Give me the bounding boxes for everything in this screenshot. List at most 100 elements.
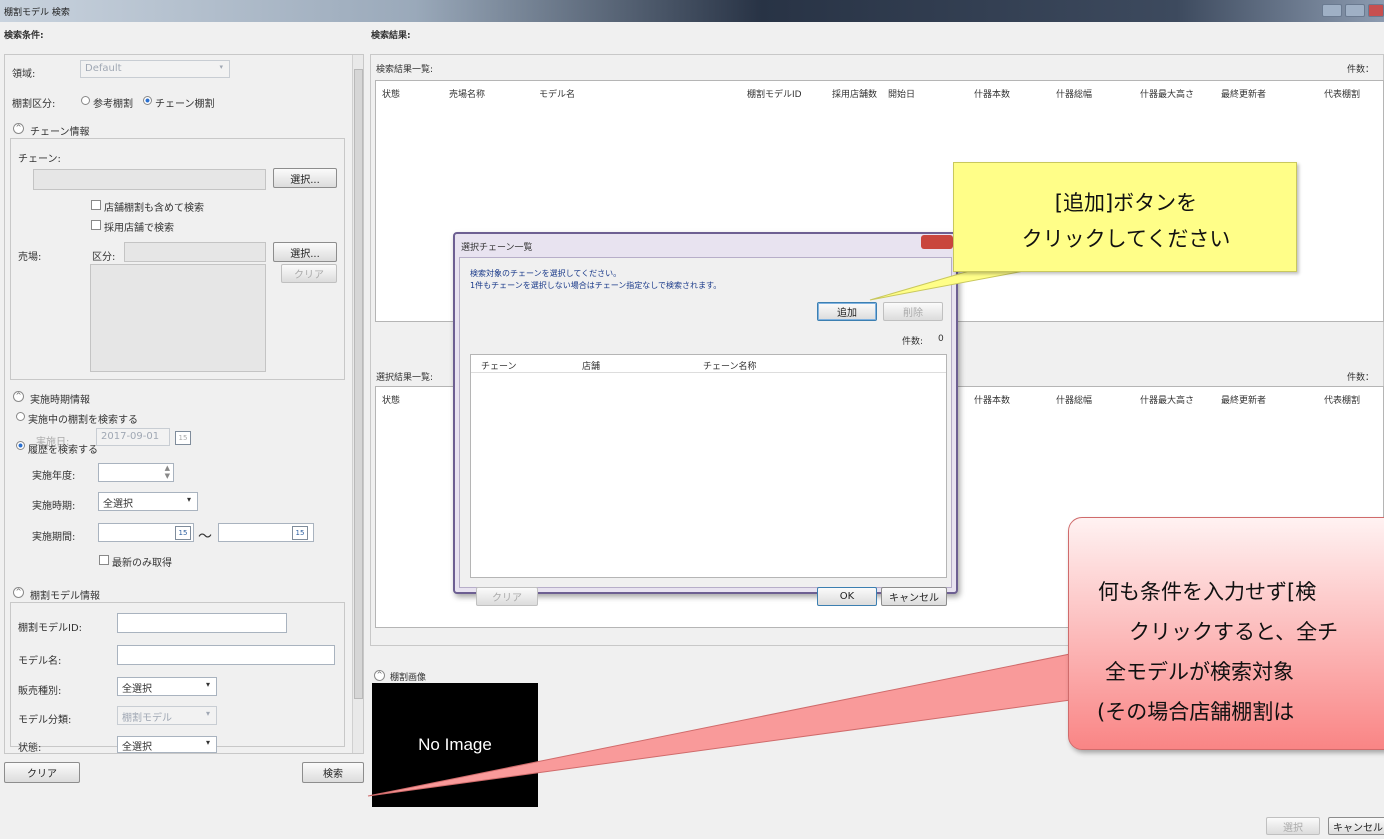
col-header-representative[interactable]: 代表棚割: [1324, 87, 1360, 100]
col-header-floor-name[interactable]: 売場名称: [449, 87, 485, 100]
collapse-chevron-icon[interactable]: ^: [13, 123, 24, 134]
current-radio[interactable]: [16, 412, 25, 421]
clear-button-label: クリア: [27, 769, 57, 780]
status-select[interactable]: 全選択 ▾: [117, 736, 217, 753]
sel-col-status[interactable]: 状態: [382, 393, 400, 406]
add-button[interactable]: 追加: [817, 302, 877, 321]
callout2-line4: (その場合店舗棚割は: [1097, 700, 1295, 724]
division-radio-reference[interactable]: [81, 96, 90, 105]
sales-clear-button[interactable]: クリア: [281, 264, 337, 283]
dialog-close-button[interactable]: [921, 235, 953, 249]
collapse-chevron-icon[interactable]: ^: [13, 391, 24, 402]
impl-period-select[interactable]: 全選択 ▾: [98, 492, 198, 511]
model-class-select[interactable]: 棚割モデル ▾: [117, 706, 217, 725]
clear-button[interactable]: クリア: [4, 762, 80, 783]
delete-button[interactable]: 削除: [883, 302, 943, 321]
col-header-store-count[interactable]: 採用店舗数: [832, 87, 877, 100]
sel-col-fixture-count[interactable]: 什器本数: [974, 393, 1010, 406]
calendar-icon[interactable]: 15: [292, 526, 308, 540]
search-results-header: 検索結果:: [371, 31, 411, 41]
col-header-model-id[interactable]: 棚割モデルID: [747, 87, 802, 100]
history-radio[interactable]: [16, 441, 25, 450]
chevron-down-icon: ▾: [219, 63, 223, 71]
dialog-clear-button[interactable]: クリア: [476, 587, 538, 606]
sel-col-fixture-width[interactable]: 什器総幅: [1056, 393, 1092, 406]
col-header-model-name[interactable]: モデル名: [539, 87, 575, 100]
division-radio-chain[interactable]: [143, 96, 152, 105]
col-header-updater[interactable]: 最終更新者: [1221, 87, 1266, 100]
dialog-cancel-button-label: キャンセル: [889, 593, 939, 604]
calendar-icon[interactable]: 15: [175, 431, 191, 445]
col-header-chain-name[interactable]: チェーン名称: [703, 359, 757, 372]
latest-only-checkbox[interactable]: [99, 555, 109, 565]
ok-button-label: OK: [839, 591, 855, 602]
model-class-value: 棚割モデル: [122, 713, 172, 724]
kubun-label: 区分:: [92, 252, 116, 263]
col-header-fixture-height[interactable]: 什器最大高さ: [1140, 87, 1194, 100]
model-name-input[interactable]: [117, 645, 335, 665]
sel-col-representative[interactable]: 代表棚割: [1324, 393, 1360, 406]
dialog-cancel-button[interactable]: キャンセル: [881, 587, 947, 606]
sales-floor-list[interactable]: [90, 264, 266, 372]
sel-col-fixture-height[interactable]: 什器最大高さ: [1140, 393, 1194, 406]
chain-grid[interactable]: チェーン 店舗 チェーン名称: [470, 354, 947, 578]
impl-period-label: 実施時期:: [32, 501, 76, 512]
dialog-clear-button-label: クリア: [492, 593, 522, 604]
chain-select-button-label: 選択...: [290, 174, 320, 186]
add-button-callout: [追加]ボタンを クリックしてください: [953, 162, 1297, 272]
collapse-chevron-icon[interactable]: ^: [374, 670, 385, 681]
model-section-title: 棚割モデル情報: [30, 591, 100, 602]
dialog-message-1: 検索対象のチェーンを選択してください。: [470, 269, 622, 278]
chain-select-dialog: 選択チェーン一覧 検索対象のチェーンを選択してください。 1件もチェーンを選択し…: [453, 232, 958, 606]
model-id-label: 棚割モデルID:: [18, 623, 83, 634]
chevron-down-icon: ▾: [205, 680, 210, 689]
minimize-button[interactable]: [1322, 4, 1342, 17]
impl-date-value: 2017-09-01: [101, 431, 160, 442]
model-id-input[interactable]: [117, 613, 287, 633]
callout2-line1: 何も条件を入力せず[検: [1098, 580, 1317, 604]
close-button[interactable]: [1368, 4, 1384, 17]
dialog-count-value: 0: [938, 334, 944, 344]
chain-select-button[interactable]: 選択...: [273, 168, 337, 188]
results-list-title: 検索結果一覧:: [376, 65, 434, 75]
col-header-start-date[interactable]: 開始日: [888, 87, 915, 100]
maximize-button[interactable]: [1345, 4, 1365, 17]
calendar-icon[interactable]: 15: [175, 526, 191, 540]
model-image-preview: No Image: [372, 683, 538, 807]
callout2-line2: クリックすると、全チ: [1129, 620, 1339, 644]
model-class-label: モデル分類:: [18, 715, 72, 726]
delete-button-label: 削除: [903, 308, 923, 319]
chain-section-title: チェーン情報: [30, 127, 90, 138]
impl-year-spinner[interactable]: ▲ ▼: [98, 463, 174, 482]
results-count-label: 件数：: [1347, 65, 1375, 75]
collapse-chevron-icon[interactable]: ^: [13, 587, 24, 598]
sales-clear-button-label: クリア: [294, 270, 324, 281]
ok-button[interactable]: OK: [817, 587, 877, 606]
search-button[interactable]: 検索: [302, 762, 364, 783]
col-header-fixture-width[interactable]: 什器総幅: [1056, 87, 1092, 100]
region-select[interactable]: Default ▾: [80, 60, 230, 78]
selected-list-title: 選択結果一覧:: [376, 373, 434, 383]
spinner-arrows-icon: ▲ ▼: [164, 464, 170, 480]
impl-year-label: 実施年度:: [32, 471, 76, 482]
cancel-button[interactable]: キャンセル: [1328, 817, 1384, 835]
impl-date-field[interactable]: 2017-09-01: [96, 428, 170, 446]
col-header-store[interactable]: 店舗: [582, 359, 600, 372]
sel-col-updater[interactable]: 最終更新者: [1221, 393, 1266, 406]
select-button[interactable]: 選択: [1266, 817, 1320, 835]
sales-select-button[interactable]: 選択...: [273, 242, 337, 262]
chevron-down-icon: ▾: [205, 738, 210, 747]
image-section-title: 棚割画像: [390, 673, 427, 683]
dialog-count-label: 件数:: [902, 337, 924, 347]
sales-type-select[interactable]: 全選択 ▾: [117, 677, 217, 696]
col-header-fixture-count[interactable]: 什器本数: [974, 87, 1010, 100]
left-scrollbar[interactable]: [352, 55, 363, 753]
dialog-body: 検索対象のチェーンを選択してください。 1件もチェーンを選択しない場合はチェーン…: [459, 257, 952, 606]
division-opt1-label: 参考棚割: [93, 99, 133, 110]
col-header-chain[interactable]: チェーン: [481, 359, 517, 372]
adopt-store-checkbox[interactable]: [91, 220, 101, 230]
left-scrollbar-thumb[interactable]: [354, 69, 363, 699]
col-header-status[interactable]: 状態: [382, 87, 400, 100]
history-radio-label: 履歴を検索する: [28, 445, 98, 456]
store-include-checkbox[interactable]: [91, 200, 101, 210]
